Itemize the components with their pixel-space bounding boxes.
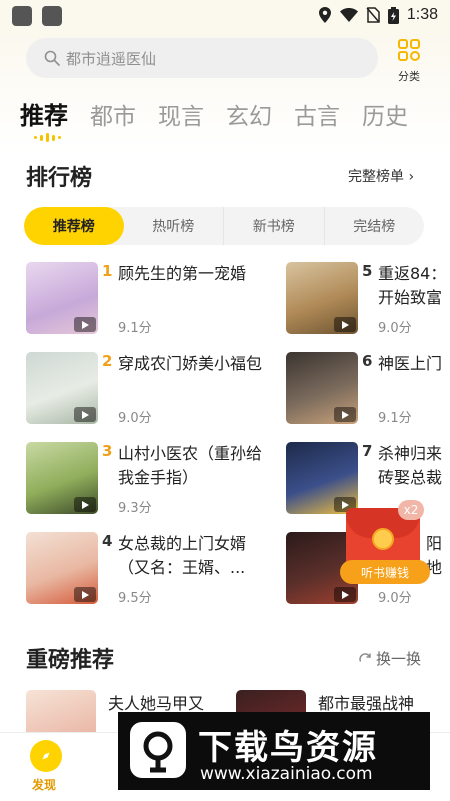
- wifi-icon: [339, 8, 358, 22]
- location-icon: [318, 7, 331, 23]
- rank-number: 1: [102, 262, 113, 280]
- book-title: 杀神归来砖娶总裁: [378, 444, 443, 487]
- book-title: 穿成农门娇美小福包: [118, 354, 263, 373]
- book-title: 重返84：开始致富: [378, 264, 447, 307]
- tab-history[interactable]: 历史: [362, 97, 408, 131]
- book-title: 顾先生的第一宠婚: [118, 264, 247, 283]
- watermark-banner: 下载鸟资源 www.xiazainiao.com: [118, 712, 430, 790]
- book-cover: [26, 532, 98, 604]
- book-score: 9.0分: [118, 411, 152, 426]
- book-item[interactable]: 2 穿成农门娇美小福包 9.0分: [26, 352, 266, 426]
- book-item[interactable]: 5 重返84：开始致富 9.0分: [286, 262, 450, 334]
- book-item[interactable]: 1 顾先生的第一宠婚 9.1分: [26, 262, 266, 336]
- book-score: 9.3分: [118, 501, 152, 516]
- play-icon: [334, 317, 356, 332]
- segment-finished[interactable]: 完结榜: [325, 207, 425, 245]
- status-bar: 1:38: [0, 0, 450, 32]
- rank-number: 4: [102, 532, 113, 550]
- category-label: 分类: [398, 70, 420, 83]
- book-item[interactable]: 6 神医上门 9.1分: [286, 352, 450, 424]
- search-bar[interactable]: 都市逍遥医仙: [26, 38, 378, 78]
- play-icon: [74, 497, 96, 512]
- active-tab-indicator: [34, 133, 61, 142]
- segment-recommend[interactable]: 推荐榜: [24, 207, 124, 245]
- rank-number: 6: [362, 352, 373, 370]
- book-cover: [286, 352, 358, 424]
- tab-modern-romance[interactable]: 现言: [158, 97, 204, 131]
- discover-tab[interactable]: [30, 740, 62, 772]
- listen-earn-label: 听书赚钱: [340, 560, 430, 584]
- rank-number: 7: [362, 442, 373, 460]
- play-icon: [74, 587, 96, 602]
- full-ranking-label: 完整榜单: [348, 169, 404, 185]
- watermark-logo: [130, 722, 186, 778]
- status-time: 1:38: [406, 6, 438, 23]
- book-cover: [286, 262, 358, 334]
- recommend-title: 重磅推荐: [26, 648, 115, 673]
- book-cover: [26, 352, 98, 424]
- discover-tab-label[interactable]: 发现: [32, 776, 56, 793]
- recommend-book-title[interactable]: 夫人她马甲又: [108, 690, 204, 714]
- book-item[interactable]: 4 女总裁的上门女婿（又名：王婿、... 9.5分: [26, 532, 266, 606]
- segment-new[interactable]: 新书榜: [224, 207, 325, 245]
- rank-number: 3: [102, 442, 113, 460]
- category-button[interactable]: 分类: [392, 38, 426, 84]
- grid-icon: [398, 39, 420, 61]
- recommend-book-title[interactable]: 都市最强战神: [318, 690, 414, 714]
- app-notification-icon: [12, 6, 32, 26]
- no-sim-icon: [366, 7, 380, 23]
- watermark-url: www.xiazainiao.com: [200, 764, 373, 784]
- book-score: 9.0分: [378, 321, 412, 334]
- tab-recommend[interactable]: 推荐: [20, 96, 68, 131]
- book-cover: [26, 442, 98, 514]
- play-icon: [334, 407, 356, 422]
- tab-fantasy[interactable]: 玄幻: [226, 97, 272, 131]
- compass-icon: [42, 752, 50, 760]
- rank-number: 5: [362, 262, 373, 280]
- search-icon: [44, 50, 60, 66]
- book-score: 9.1分: [378, 411, 412, 424]
- ranking-title: 排行榜: [26, 166, 93, 191]
- chevron-right-icon: ›: [404, 169, 415, 185]
- coin-icon: [372, 528, 394, 550]
- refresh-label: 换一换: [376, 650, 422, 668]
- channel-tabs: 推荐 都市 现言 玄幻 古言 历史: [20, 96, 408, 131]
- book-cover: [26, 262, 98, 334]
- ranking-segments: 推荐榜 热听榜 新书榜 完结榜: [24, 207, 424, 245]
- book-title: 神医上门: [378, 354, 443, 373]
- book-title: 山村小医农（重孙给我金手指）: [118, 444, 263, 487]
- watermark-brand: 下载鸟资源: [198, 728, 378, 768]
- segment-hot[interactable]: 热听榜: [124, 207, 224, 245]
- book-item[interactable]: 3 山村小医农（重孙给我金手指） 9.3分: [26, 442, 266, 516]
- listen-earn-widget[interactable]: x2 听书赚钱: [340, 500, 430, 590]
- search-input[interactable]: 都市逍遥医仙: [66, 48, 156, 69]
- rank-number: 2: [102, 352, 113, 370]
- play-icon: [74, 407, 96, 422]
- refresh-icon: [359, 652, 371, 662]
- play-icon: [74, 317, 96, 332]
- refresh-button[interactable]: 换一换: [358, 648, 421, 669]
- book-title: 女总裁的上门女婿（又名：王婿、...: [118, 534, 247, 577]
- book-score: 9.5分: [118, 591, 152, 606]
- tab-city[interactable]: 都市: [90, 97, 136, 131]
- multiplier-badge: x2: [398, 500, 424, 520]
- tab-ancient-romance[interactable]: 古言: [294, 97, 340, 131]
- battery-icon: [387, 6, 399, 24]
- app-notification-icon: [42, 6, 62, 26]
- full-ranking-link[interactable]: 完整榜单 ›: [348, 166, 414, 186]
- book-score: 9.1分: [118, 321, 152, 336]
